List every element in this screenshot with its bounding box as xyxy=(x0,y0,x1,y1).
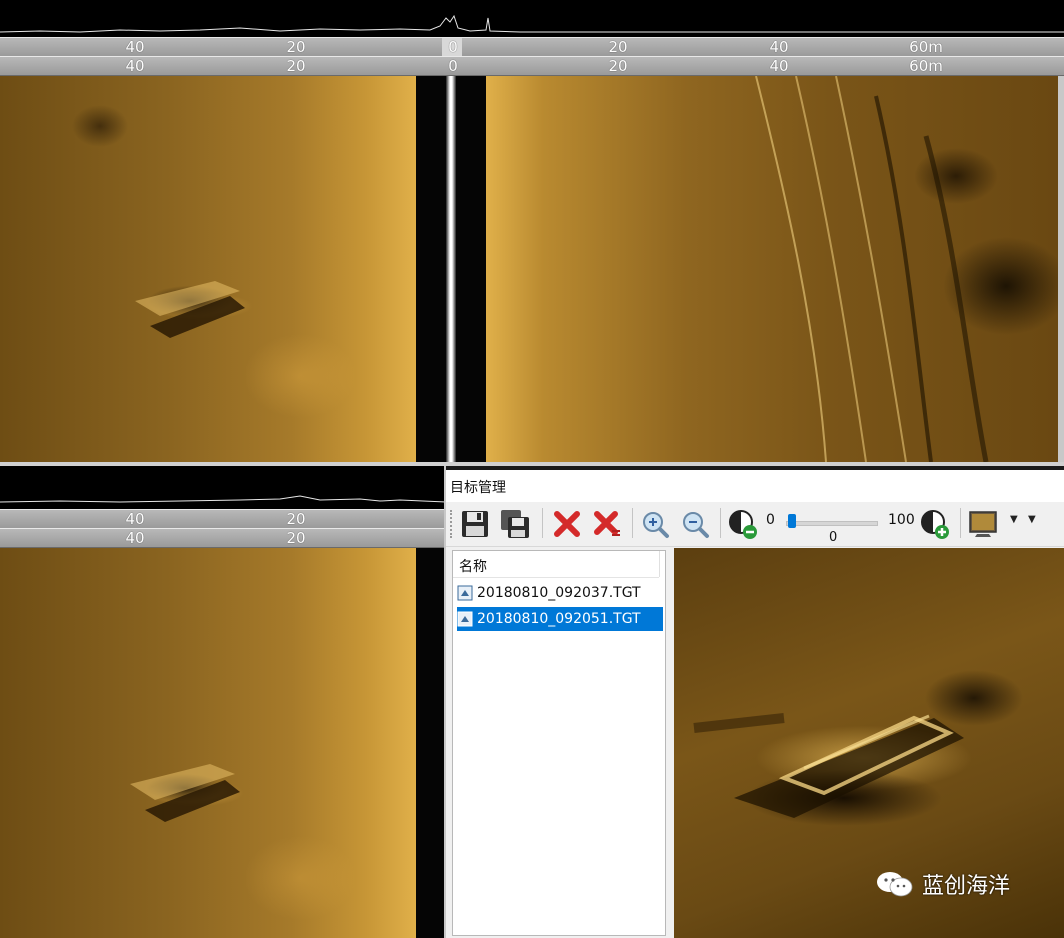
contrast-down-button[interactable] xyxy=(726,507,760,541)
delete-button[interactable] xyxy=(550,507,584,541)
file-name: 20180810_092037.TGT xyxy=(477,585,641,601)
panel-title: 目标管理 xyxy=(450,480,506,496)
tick-label: 40 xyxy=(769,57,789,75)
top-scale-row-2: 40 20 0 20 40 60m xyxy=(0,56,1064,76)
tick-label: 20 xyxy=(286,57,306,75)
zoom-out-icon xyxy=(683,512,709,538)
bottom-signal-trace xyxy=(0,466,446,506)
contrast-slider[interactable] xyxy=(786,514,878,530)
top-sonar-view[interactable]: 40 20 0 20 40 60m 40 20 0 20 40 60m xyxy=(0,0,1064,466)
wechat-icon xyxy=(877,872,913,897)
slider-value-label: 0 xyxy=(829,530,838,545)
delete-icon xyxy=(554,511,580,537)
list-header-label: 名称 xyxy=(459,559,487,575)
bottom-sonar-view[interactable]: 40 20 40 20 xyxy=(0,466,446,938)
zoom-in-icon xyxy=(643,512,669,538)
list-item[interactable]: 20180810_092037.TGT xyxy=(457,581,663,605)
zoom-out-button[interactable] xyxy=(678,507,712,541)
tick-label: 40 xyxy=(125,57,145,75)
tick-label: 20 xyxy=(286,510,306,528)
delete-all-icon xyxy=(594,511,620,536)
contrast-up-button[interactable] xyxy=(918,507,952,541)
slider-max-label: 100 xyxy=(888,512,915,528)
panel-title-bar: 目标管理 xyxy=(446,470,1064,502)
target-file-icon xyxy=(457,611,473,627)
file-name: 20180810_092051.TGT xyxy=(477,611,641,627)
port-sonar-image[interactable] xyxy=(0,76,416,462)
tick-label: 40 xyxy=(769,38,789,56)
tick-label: 40 xyxy=(125,38,145,56)
bottom-port-sonar-image[interactable] xyxy=(0,548,416,938)
tick-label: 60m xyxy=(909,38,943,56)
save-icon xyxy=(462,511,488,537)
starboard-sonar-image[interactable] xyxy=(486,76,1058,462)
overflow-chevron-icon[interactable]: ▼ xyxy=(1028,514,1036,525)
tick-label: 40 xyxy=(125,510,145,528)
panel-toolbar: 0 0 100 ▼ ▼ xyxy=(446,502,1064,547)
list-column-header[interactable]: 名称 xyxy=(453,551,660,578)
watermark: 蓝创海洋 xyxy=(876,868,1010,900)
target-file-list[interactable]: 名称 20180810_092037.TGT 20180810_092051.T… xyxy=(452,550,666,936)
list-item-selected[interactable]: 20180810_092051.TGT xyxy=(457,607,663,631)
slider-min-label: 0 xyxy=(766,512,775,528)
delete-all-button[interactable] xyxy=(590,507,624,541)
watermark-text: 蓝创海洋 xyxy=(922,874,1011,899)
tick-label: 20 xyxy=(286,529,306,547)
tick-label: 60m xyxy=(909,57,943,75)
save-all-button[interactable] xyxy=(498,507,532,541)
top-signal-trace xyxy=(0,0,1064,36)
target-file-icon xyxy=(457,585,473,601)
view-right-border xyxy=(1058,76,1064,466)
target-preview-image[interactable]: 蓝创海洋 xyxy=(674,548,1064,938)
zoom-in-button[interactable] xyxy=(638,507,672,541)
contrast-plus-icon xyxy=(921,510,949,539)
chevron-down-icon[interactable]: ▼ xyxy=(1010,514,1018,525)
save-button[interactable] xyxy=(458,507,492,541)
bottom-scale-row-1: 40 20 xyxy=(0,509,444,529)
nadir-line xyxy=(446,76,456,462)
target-management-panel: 目标管理 0 0 100 ▼ ▼ 名称 20180810_092037.TGT … xyxy=(446,470,1064,938)
tick-label: 20 xyxy=(608,57,628,75)
save-all-icon xyxy=(501,510,529,538)
contrast-minus-icon xyxy=(729,510,757,539)
monitor-icon xyxy=(969,511,997,537)
top-scale-row-1: 40 20 0 20 40 60m xyxy=(0,37,1064,57)
tick-label: 20 xyxy=(608,38,628,56)
bottom-scale-row-2: 40 20 xyxy=(0,528,444,548)
slider-thumb[interactable] xyxy=(788,514,796,528)
bottom-nadir-gap xyxy=(416,548,444,938)
tick-label: 40 xyxy=(125,529,145,547)
tick-label: 0 xyxy=(448,38,458,56)
tick-label: 0 xyxy=(448,57,458,75)
display-button[interactable] xyxy=(966,507,1000,541)
tick-label: 20 xyxy=(286,38,306,56)
